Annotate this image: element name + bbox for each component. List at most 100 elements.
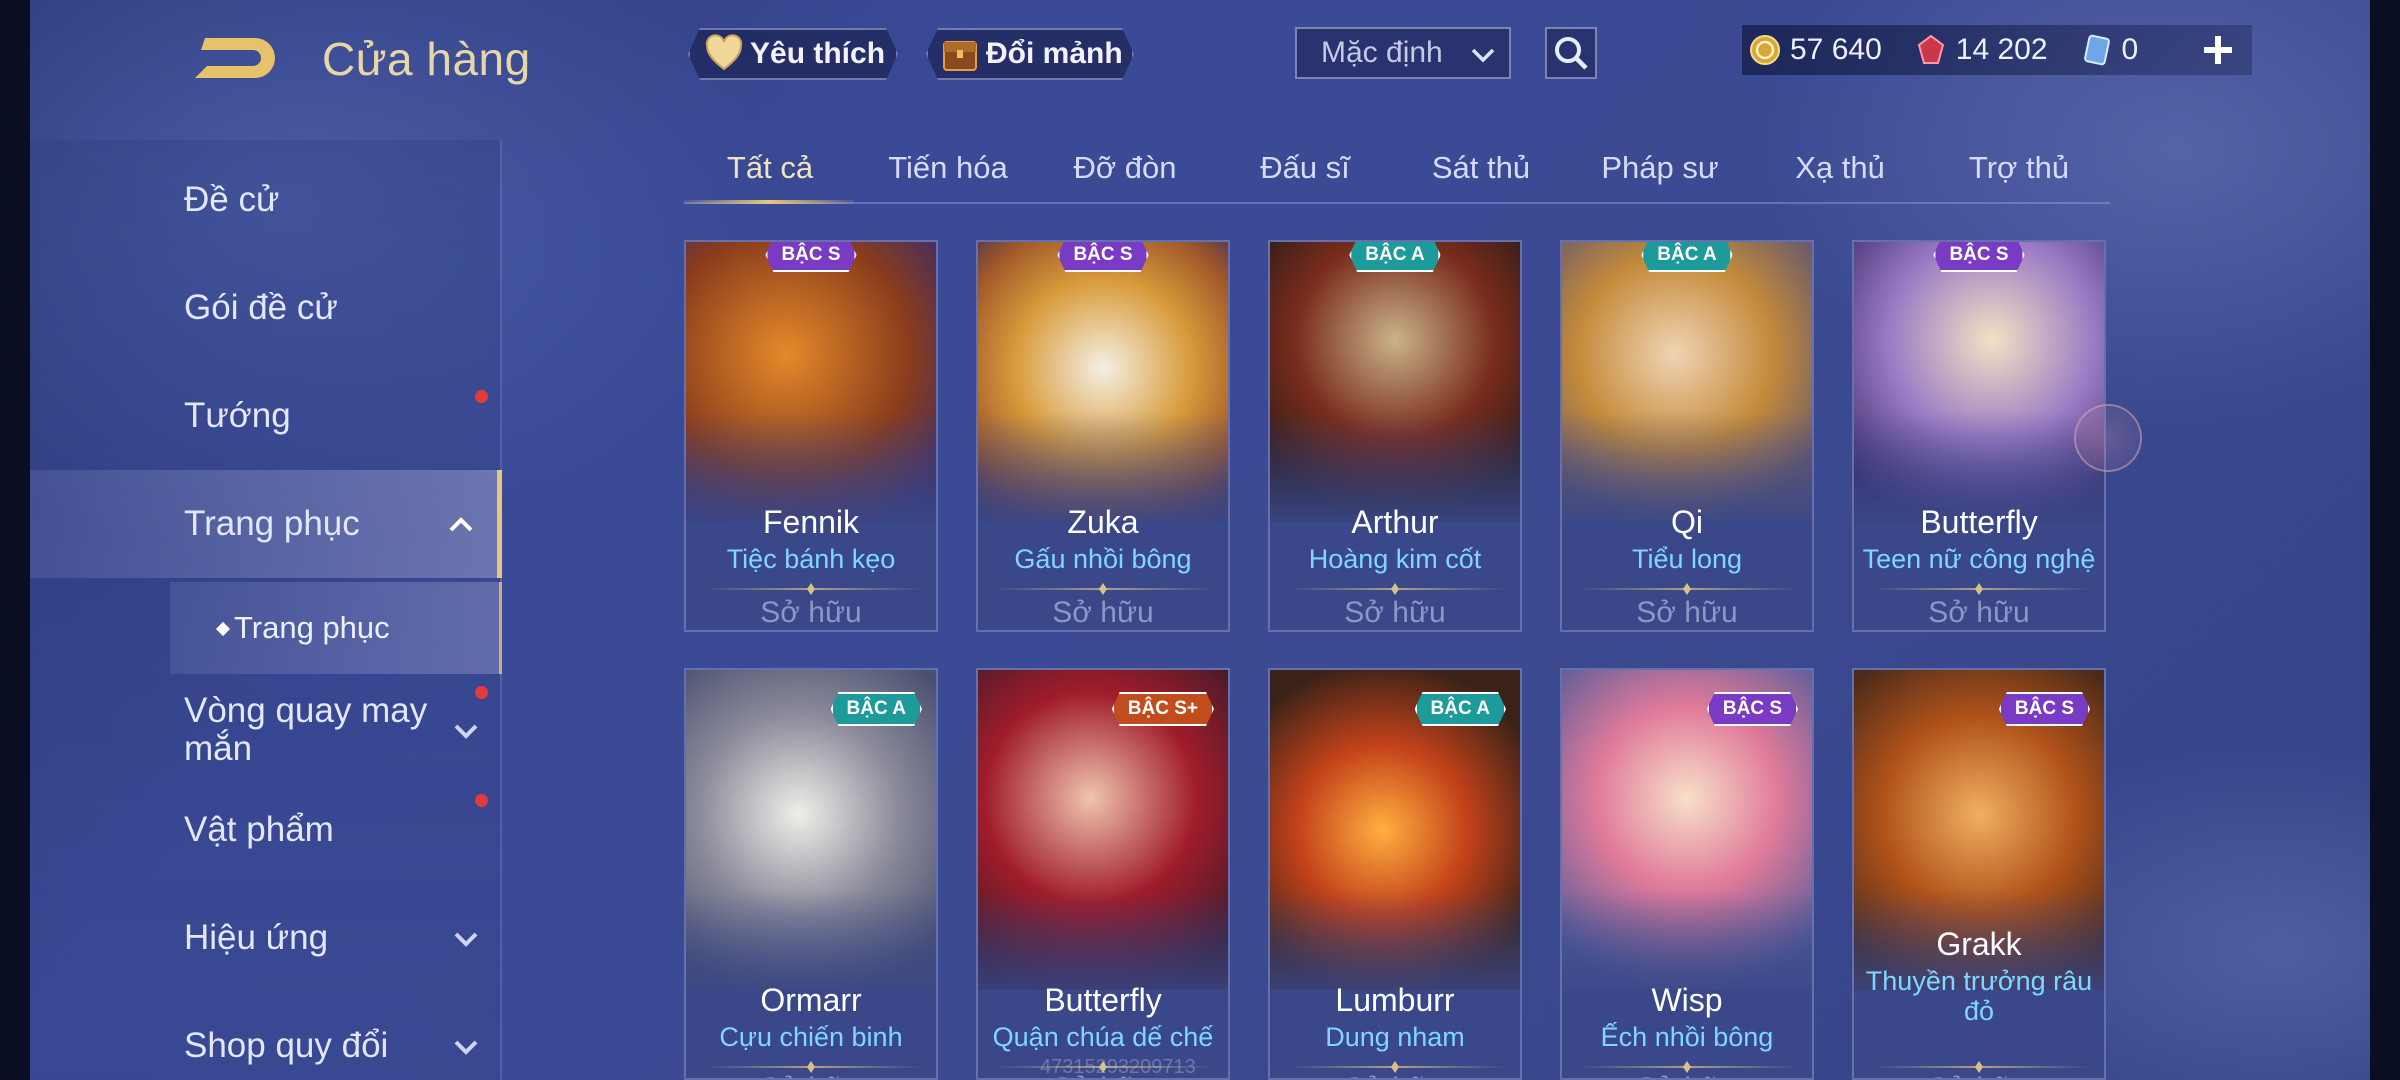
sidebar-subitem-skins[interactable]: Trang phục bbox=[170, 582, 502, 674]
gold-coin-icon bbox=[1750, 35, 1780, 65]
sidebar-item-label: Trang phục bbox=[184, 504, 360, 543]
rank-badge: BẬC S bbox=[1707, 692, 1798, 726]
hero-name: Fennik bbox=[762, 504, 860, 540]
card-divider bbox=[1580, 1066, 1798, 1068]
gold-balance: 57 640 bbox=[1742, 33, 1882, 67]
sort-dropdown[interactable]: Mặc định bbox=[1295, 27, 1511, 79]
tab-all[interactable]: Tất cả bbox=[727, 150, 813, 186]
skin-card[interactable]: BẬC S+ Butterfly Quận chúa dế chế Sở hữu bbox=[976, 668, 1230, 1080]
hero-name: Ormarr bbox=[760, 982, 862, 1018]
skin-card[interactable]: BẬC S Fennik Tiệc bánh kẹo Sở hữu bbox=[684, 240, 938, 632]
chevron-down-icon bbox=[454, 1040, 478, 1055]
hero-name: Wisp bbox=[1651, 982, 1723, 1018]
hero-name: Grakk bbox=[1936, 926, 2022, 962]
skin-name: Thuyền trưởng râu đỏ bbox=[1865, 966, 2093, 1026]
treasure-chest-icon bbox=[940, 34, 980, 74]
skin-card[interactable]: BẬC S Wisp Ếch nhồi bông Sở hữu bbox=[1560, 668, 1814, 1080]
back-button[interactable] bbox=[185, 30, 281, 86]
ticket-balance: 0 bbox=[2074, 33, 2138, 67]
skin-name: Tiệc bánh kẹo bbox=[726, 544, 896, 574]
sidebar-subitem-label: Trang phục bbox=[234, 610, 390, 645]
rank-badge: BẬC S+ bbox=[1112, 692, 1214, 726]
sidebar-item-items[interactable]: Vật phẩm bbox=[30, 790, 502, 870]
sort-value: Mặc định bbox=[1321, 36, 1443, 69]
sidebar-item-skins[interactable]: Trang phục bbox=[30, 470, 502, 578]
skin-card[interactable]: BẬC A Arthur Hoàng kim cốt Sở hữu bbox=[1268, 240, 1522, 632]
skin-name: Cựu chiến binh bbox=[719, 1022, 903, 1052]
owned-status: Sở hữu bbox=[1270, 1072, 1520, 1078]
skin-name: Teen nữ công nghệ bbox=[1862, 544, 2096, 574]
sidebar-item-heroes[interactable]: Tướng bbox=[30, 376, 502, 456]
rank-badge: BẬC S bbox=[765, 240, 856, 272]
skin-card[interactable]: BẬC S Grakk Thuyền trưởng râu đỏ Sở hữu bbox=[1852, 668, 2106, 1080]
rank-badge: BẬC A bbox=[1349, 240, 1440, 272]
skin-name: Dung nham bbox=[1325, 1022, 1465, 1052]
back-arrow-icon bbox=[195, 38, 275, 78]
sidebar-item-lucky-spin[interactable]: Vòng quay may mắn bbox=[30, 680, 502, 780]
owned-status: Sở hữu bbox=[1636, 596, 1738, 629]
tab-marksman[interactable]: Xạ thủ bbox=[1795, 150, 1885, 186]
card-divider bbox=[1288, 588, 1506, 590]
sidebar-item-label: Gói đề cử bbox=[184, 288, 338, 327]
owned-status: Sở hữu bbox=[1562, 1072, 1812, 1078]
sidebar-item-label: Vòng quay may mắn bbox=[184, 691, 428, 768]
owned-status: Sở hữu bbox=[1928, 596, 2030, 629]
floating-assistant-orb[interactable] bbox=[2074, 404, 2142, 472]
sidebar-item-exchange-shop[interactable]: Shop quy đổi bbox=[30, 1006, 502, 1080]
card-divider bbox=[1580, 588, 1798, 590]
exchange-shards-button[interactable]: Đổi mảnh bbox=[926, 28, 1134, 80]
favorite-button[interactable]: Yêu thích bbox=[688, 28, 898, 80]
sidebar-item-label: Tướng bbox=[184, 396, 291, 435]
bullet-icon bbox=[215, 621, 231, 637]
sidebar-item-recommended[interactable]: Đề cử bbox=[30, 160, 502, 240]
chevron-down-icon bbox=[454, 932, 478, 947]
rank-badge: BẬC S bbox=[1057, 240, 1148, 272]
skin-card[interactable]: BẬC A Lumburr Dung nham Sở hữu bbox=[1268, 668, 1522, 1080]
top-up-button[interactable] bbox=[2196, 28, 2240, 72]
rank-badge: BẬC A bbox=[1415, 692, 1506, 726]
sidebar-item-effects[interactable]: Hiệu ứng bbox=[30, 898, 502, 978]
owned-status: Sở hữu bbox=[1344, 596, 1446, 629]
skin-card[interactable]: BẬC A Ormarr Cựu chiến binh Sở hữu bbox=[684, 668, 938, 1080]
rank-badge: BẬC A bbox=[1641, 240, 1732, 272]
sidebar-item-bundles[interactable]: Gói đề cử bbox=[30, 268, 502, 403]
voucher-ticket-icon bbox=[2083, 34, 2110, 66]
skin-name: Gấu nhồi bông bbox=[1014, 544, 1192, 574]
heart-icon bbox=[704, 34, 744, 74]
skin-name: Hoàng kim cốt bbox=[1308, 544, 1482, 574]
skin-card[interactable]: BẬC S Zuka Gấu nhồi bông Sở hữu bbox=[976, 240, 1230, 632]
hero-name: Arthur bbox=[1351, 504, 1439, 540]
hero-name: Qi bbox=[1671, 504, 1703, 540]
skin-card[interactable]: BẬC A Qi Tiểu long Sở hữu bbox=[1560, 240, 1814, 632]
page-title: Cửa hàng bbox=[322, 33, 531, 85]
screen-bezel-right bbox=[2370, 0, 2400, 1080]
hero-name: Butterfly bbox=[1044, 982, 1162, 1018]
owned-status: Sở hữu bbox=[760, 596, 862, 629]
skin-name: Ếch nhồi bông bbox=[1600, 1022, 1774, 1052]
chevron-down-icon bbox=[1471, 48, 1495, 63]
sidebar-item-label: Vật phẩm bbox=[184, 810, 334, 849]
watermark-id: 47315293209713 bbox=[1040, 1056, 1196, 1078]
notification-dot bbox=[475, 794, 488, 807]
rank-badge: BẬC S bbox=[1999, 692, 2090, 726]
search-icon bbox=[1555, 37, 1588, 70]
tab-assassin[interactable]: Sát thủ bbox=[1432, 150, 1530, 186]
gem-amount: 14 202 bbox=[1955, 33, 2048, 66]
owned-status: Sở hữu bbox=[686, 1072, 936, 1078]
skin-name: Quận chúa dế chế bbox=[992, 1022, 1214, 1052]
skin-card[interactable]: BẬC S Butterfly Teen nữ công nghệ Sở hữu bbox=[1852, 240, 2106, 632]
search-button[interactable] bbox=[1545, 27, 1597, 79]
active-tab-indicator bbox=[684, 200, 854, 204]
card-divider bbox=[996, 588, 1214, 590]
chevron-down-icon bbox=[454, 724, 478, 739]
tab-tank[interactable]: Đỡ đòn bbox=[1073, 150, 1176, 186]
tab-fighter[interactable]: Đấu sĩ bbox=[1260, 150, 1350, 186]
hero-name: Butterfly bbox=[1920, 504, 2038, 540]
currency-bar: 57 640 14 202 0 bbox=[1742, 25, 2252, 75]
gem-balance: 14 202 bbox=[1908, 33, 2048, 67]
tab-mage[interactable]: Pháp sư bbox=[1601, 150, 1718, 186]
sidebar-item-label: Đề cử bbox=[184, 180, 280, 219]
tab-support[interactable]: Trợ thủ bbox=[1969, 150, 2069, 186]
skin-name: Tiểu long bbox=[1631, 544, 1743, 574]
tab-evolution[interactable]: Tiến hóa bbox=[888, 150, 1008, 186]
